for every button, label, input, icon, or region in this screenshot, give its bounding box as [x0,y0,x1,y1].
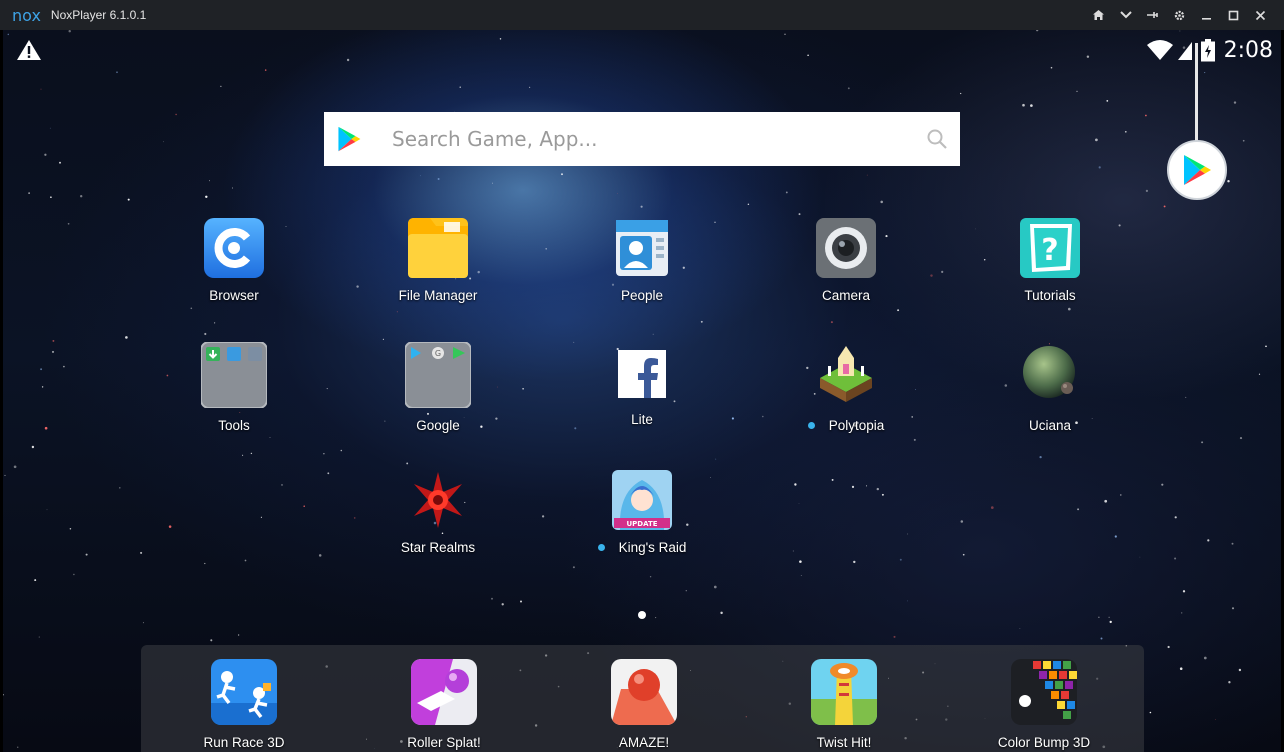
floating-play-store-button[interactable] [1167,140,1227,200]
google-folder-icon: G [404,341,472,409]
svg-text:UPDATE: UPDATE [626,520,657,528]
app-label: King's Raid [618,540,687,555]
app-label: Browser [209,288,259,303]
dock-app-label: AMAZE! [618,735,670,750]
dock-app-run-race-3d[interactable]: Run Race 3D [184,659,304,750]
twist-hit-icon [811,659,877,725]
dock-app-label: Twist Hit! [816,735,872,750]
app-polytopia[interactable]: Polytopia [781,342,911,442]
app-facebook-lite[interactable]: Lite [577,348,707,448]
dock-app-label: Color Bump 3D [997,735,1091,750]
play-store-icon [1184,155,1211,185]
battery-icon [1200,39,1215,62]
kings-raid-icon: UPDATE [612,470,672,530]
app-camera[interactable]: Camera [781,218,911,318]
status-bar-right: 2:08 [1146,36,1273,64]
minimize-icon[interactable] [1193,0,1220,30]
dock-app-roller-splat[interactable]: Roller Splat! [384,659,504,750]
browser-icon [204,218,264,278]
tools-folder-icon [200,341,268,409]
star-realms-icon [408,470,468,530]
app-label: People [620,288,664,303]
clock: 2:08 [1223,37,1273,63]
app-label: Star Realms [400,540,476,555]
polytopia-icon [816,342,876,404]
new-indicator [597,544,605,551]
gear-icon[interactable] [1166,0,1193,30]
nox-logo: nox [12,5,41,25]
planet-icon [1019,342,1081,404]
app-file-manager[interactable]: File Manager [373,218,503,318]
contacts-icon [612,218,672,278]
dock-app-color-bump-3d[interactable]: Color Bump 3D [984,659,1104,750]
color-bump-icon [1011,659,1077,725]
app-browser[interactable]: Browser [169,218,299,318]
app-label: Google [416,418,460,433]
app-label: Camera [821,288,870,303]
dock-app-twist-hit[interactable]: Twist Hit! [784,659,904,750]
app-kings-raid[interactable]: UPDATE King's Raid [577,470,707,570]
dock-app-amaze[interactable]: AMAZE! [584,659,704,750]
floating-handle [1195,43,1198,143]
app-tools[interactable]: Tools [169,341,299,442]
dock-app-label: Roller Splat! [407,735,481,750]
android-home-screen: 2:08 Search Game, App... Browser File Ma… [3,30,1281,752]
app-google[interactable]: G Google [373,341,503,442]
camera-icon [816,218,876,278]
play-store-icon [338,126,361,152]
run-race-icon [211,659,277,725]
home-icon[interactable] [1085,0,1112,30]
dock: Run Race 3D Roller Splat! AMAZE! Twist H… [141,645,1144,752]
folder-icon [408,218,468,278]
app-label: Polytopia [828,418,885,433]
app-uciana[interactable]: Uciana [985,342,1115,442]
facebook-icon [618,350,666,398]
roller-splat-icon [411,659,477,725]
app-star-realms[interactable]: Star Realms [373,470,503,570]
window-controls [1085,0,1274,30]
new-indicator [807,422,815,429]
app-label: File Manager [398,288,478,303]
window-title: NoxPlayer 6.1.0.1 [50,8,147,22]
signal-icon [1177,42,1192,60]
svg-text:?: ? [1041,233,1058,268]
svg-text:G: G [435,349,441,358]
app-people[interactable]: People [577,218,707,318]
close-icon[interactable] [1247,0,1274,30]
page-indicator [638,611,646,619]
search-input[interactable] [392,127,926,151]
title-bar: nox NoxPlayer 6.1.0.1 [0,0,1284,30]
wifi-icon [1146,40,1173,60]
dock-app-label: Run Race 3D [203,735,285,750]
help-icon: ? [1020,218,1080,278]
search-icon[interactable] [926,128,948,150]
app-label: Tools [218,418,250,433]
app-label: Tutorials [1024,288,1076,303]
maximize-icon[interactable] [1220,0,1247,30]
search-bar[interactable] [324,112,960,166]
pin-icon[interactable] [1139,0,1166,30]
app-label: Uciana [1028,418,1072,433]
chevron-down-icon[interactable] [1112,0,1139,30]
app-label: Lite [631,412,653,427]
amaze-icon [611,659,677,725]
warning-icon[interactable] [16,39,42,61]
app-tutorials[interactable]: ? Tutorials [985,218,1115,318]
